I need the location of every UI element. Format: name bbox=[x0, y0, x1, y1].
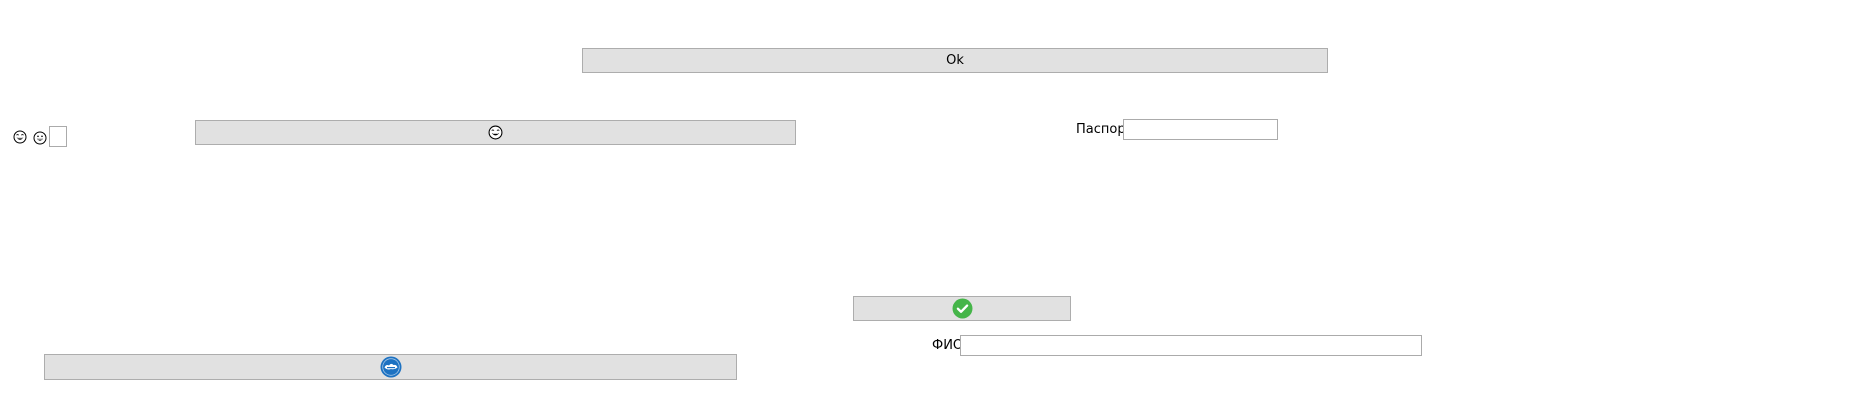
confirm-button[interactable] bbox=[853, 296, 1071, 321]
badge-button[interactable] bbox=[44, 354, 737, 380]
fio-label: ФИО bbox=[932, 338, 964, 353]
grinning-face-with-sweat-icon bbox=[488, 125, 503, 140]
emoji-button[interactable] bbox=[195, 120, 796, 145]
fio-input[interactable] bbox=[960, 335, 1422, 356]
grinning-face-with-sweat-icon bbox=[13, 130, 27, 144]
check-circle-icon bbox=[952, 298, 973, 319]
ok-button[interactable]: Ok bbox=[582, 48, 1328, 73]
blue-badge-icon bbox=[380, 356, 402, 378]
passport-input[interactable] bbox=[1123, 119, 1278, 140]
grinning-face-icon bbox=[33, 131, 47, 145]
small-input[interactable] bbox=[49, 126, 67, 147]
ok-button-label: Ok bbox=[946, 53, 964, 68]
